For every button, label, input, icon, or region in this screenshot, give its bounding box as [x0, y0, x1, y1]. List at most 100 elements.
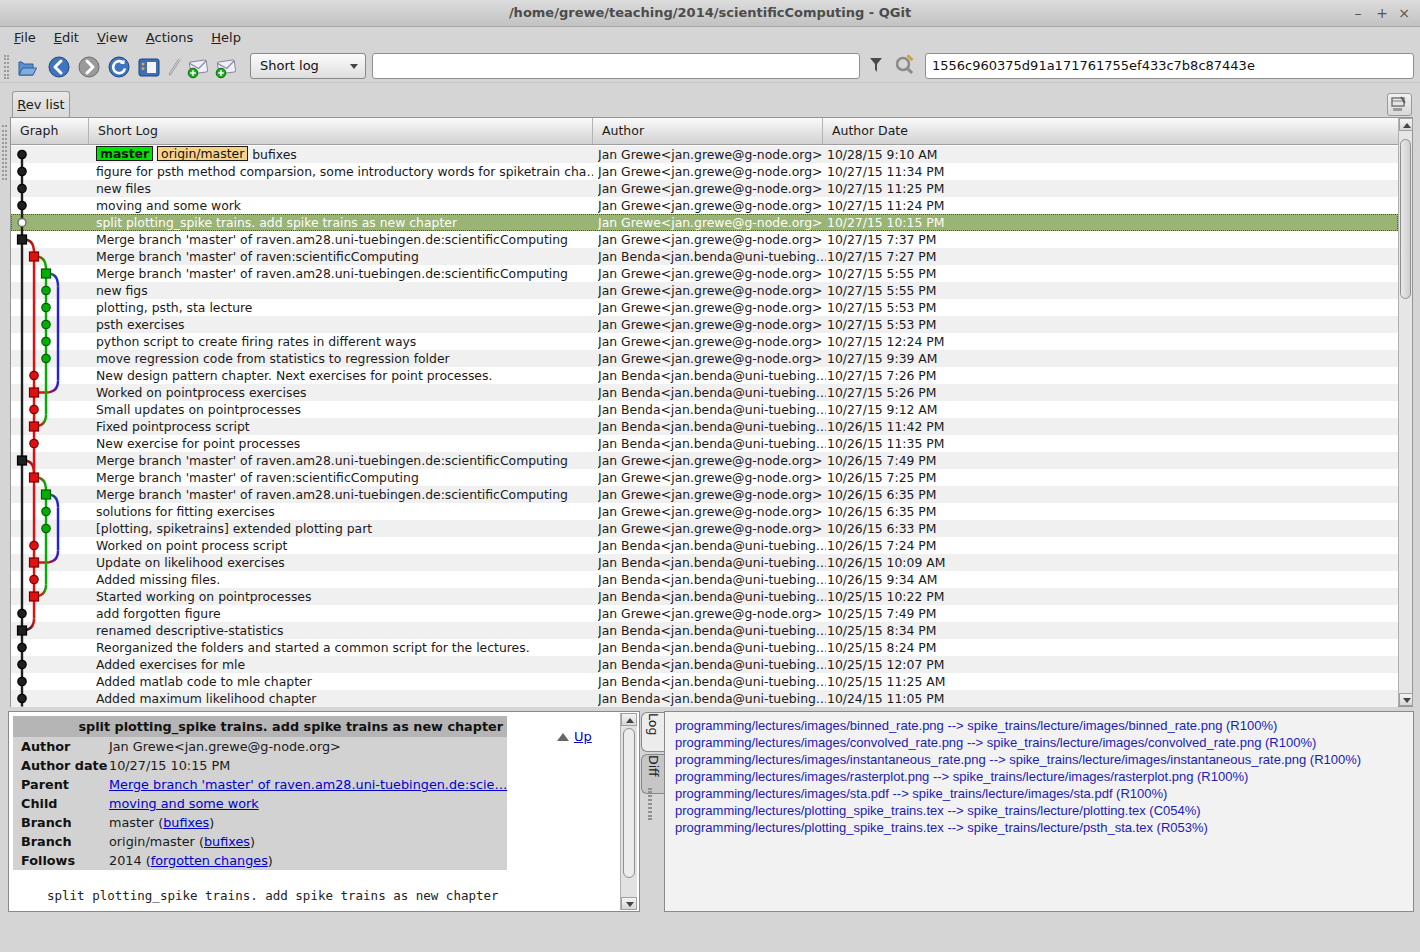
commit-row[interactable]: Added exercises for mleJan Benda<jan.ben… [11, 656, 1398, 673]
file-rename-line[interactable]: programming/lectures/plotting_spike_trai… [675, 819, 1208, 836]
tabbar-tool-button[interactable] [1387, 93, 1412, 116]
cell-author: Jan Benda<jan.benda@uni-tuebing… [598, 622, 826, 639]
commit-row[interactable]: add forgotten figureJan Grewe<jan.grewe@… [11, 605, 1398, 622]
open-folder-icon[interactable] [15, 54, 41, 80]
cell-author: Jan Grewe<jan.grewe@g-node.org> [598, 163, 826, 180]
back-icon[interactable] [46, 54, 72, 80]
commit-row[interactable]: Merge branch 'master' of raven:scientifi… [11, 469, 1398, 486]
file-rename-line[interactable]: programming/lectures/images/sta.pdf --> … [675, 785, 1167, 802]
commit-row[interactable]: Small updates on pointprocessesJan Benda… [11, 401, 1398, 418]
commit-row[interactable]: Started working on pointprocessesJan Ben… [11, 588, 1398, 605]
detail-link[interactable]: Merge branch 'master' of raven.am28.uni-… [109, 777, 507, 792]
commit-row[interactable]: Update on likelihood exercisesJan Benda<… [11, 554, 1398, 571]
commit-row[interactable]: masterorigin/masterbufixesJan Grewe<jan.… [11, 146, 1398, 163]
highlight-search-icon[interactable] [893, 54, 917, 81]
sha-input[interactable]: 1556c960375d91a171761755ef433c7b8c87443e [925, 53, 1414, 79]
file-rename-line[interactable]: programming/lectures/images/convolved_ra… [675, 734, 1316, 751]
column-header-author-date[interactable]: Author Date [823, 118, 1411, 144]
scroll-up-button[interactable] [1399, 118, 1413, 131]
toolbar-grip[interactable] [4, 55, 9, 79]
cell-author-date: 10/25/15 7:49 PM [827, 605, 1387, 622]
column-header-short-log[interactable]: Short Log [89, 118, 593, 144]
commit-row[interactable]: Merge branch 'master' of raven.am28.uni-… [11, 231, 1398, 248]
up-link[interactable]: Up [557, 729, 592, 744]
detail-link[interactable]: forgotten changes [151, 853, 268, 868]
commit-row[interactable]: Merge branch 'master' of raven.am28.uni-… [11, 486, 1398, 503]
minimize-button[interactable]: – [1348, 4, 1368, 23]
apply-patch-icon[interactable] [213, 54, 239, 80]
commit-row[interactable]: New exercise for point processesJan Bend… [11, 435, 1398, 452]
commit-row[interactable]: solutions for fitting exercisesJan Grewe… [11, 503, 1398, 520]
menu-help[interactable]: Help [202, 27, 250, 50]
cell-short-log: Started working on pointprocesses [96, 588, 593, 605]
commit-row[interactable]: Added maximum likelihood chapterJan Bend… [11, 690, 1398, 707]
menu-edit[interactable]: Edit [45, 27, 88, 50]
commit-row[interactable]: Fixed pointprocess scriptJan Benda<jan.b… [11, 418, 1398, 435]
menu-actions[interactable]: Actions [137, 27, 203, 50]
reload-icon[interactable] [106, 54, 132, 80]
detail-scrollbar-thumb[interactable] [623, 728, 635, 878]
detail-link[interactable]: bufixes [163, 815, 209, 830]
commit-row[interactable]: Added missing files.Jan Benda<jan.benda@… [11, 571, 1398, 588]
splitter-grip[interactable] [648, 788, 652, 820]
commit-row[interactable]: Merge branch 'master' of raven:scientifi… [11, 248, 1398, 265]
commit-row[interactable]: moving and some workJan Grewe<jan.grewe@… [11, 197, 1398, 214]
menu-file[interactable]: File [5, 27, 45, 50]
file-rename-line[interactable]: programming/lectures/images/binned_rate.… [675, 717, 1277, 734]
commit-row[interactable]: split plotting_spike trains. add spike t… [11, 214, 1398, 231]
menu-view[interactable]: View [88, 27, 137, 50]
commit-row[interactable]: Merge branch 'master' of raven.am28.uni-… [11, 452, 1398, 469]
commit-row[interactable]: [plotting, spiketrains] extended plottin… [11, 520, 1398, 537]
cell-author: Jan Grewe<jan.grewe@g-node.org> [598, 469, 826, 486]
panel-grip[interactable] [2, 125, 7, 180]
cell-short-log: moving and some work [96, 197, 593, 214]
menu-bar: FileEditViewActionsHelp [0, 27, 1420, 50]
detail-link[interactable]: moving and some work [109, 796, 259, 811]
file-rename-line[interactable]: programming/lectures/images/instantaneou… [675, 751, 1361, 768]
file-rename-line[interactable]: programming/lectures/plotting_spike_trai… [675, 802, 1201, 819]
commit-row[interactable]: psth exercisesJan Grewe<jan.grewe@g-node… [11, 316, 1398, 333]
table-scrollbar[interactable] [1398, 118, 1412, 706]
view-layout-icon[interactable] [136, 54, 162, 80]
column-header-graph[interactable]: Graph [11, 118, 89, 144]
commit-row[interactable]: Merge branch 'master' of raven.am28.uni-… [11, 265, 1398, 282]
cell-short-log: New design pattern chapter. Next exercis… [96, 367, 593, 384]
cell-author-date: 10/25/15 8:34 PM [827, 622, 1387, 639]
commit-row[interactable]: Worked on pointprocess exercisesJan Bend… [11, 384, 1398, 401]
commit-row[interactable]: python script to create firing rates in … [11, 333, 1398, 350]
detail-scroll-up[interactable] [621, 713, 637, 726]
cell-short-log: Update on likelihood exercises [96, 554, 593, 571]
commit-row[interactable]: plotting, psth, sta lectureJan Grewe<jan… [11, 299, 1398, 316]
close-button[interactable]: × [1394, 4, 1414, 23]
commit-row[interactable]: new filesJan Grewe<jan.grewe@g-node.org>… [11, 180, 1398, 197]
tab-log[interactable]: Log [641, 712, 664, 752]
commit-row[interactable]: move regression code from statistics to … [11, 350, 1398, 367]
filter-input[interactable] [372, 53, 860, 79]
cell-author: Jan Benda<jan.benda@uni-tuebing… [598, 384, 826, 401]
detail-value: 10/27/15 10:15 PM [109, 756, 230, 775]
detail-link[interactable]: bufixes [204, 834, 250, 849]
cell-short-log: Merge branch 'master' of raven:scientifi… [96, 469, 593, 486]
commit-row[interactable]: Added matlab code to mle chapterJan Bend… [11, 673, 1398, 690]
forward-icon[interactable] [76, 54, 102, 80]
commit-row[interactable]: Worked on point process scriptJan Benda<… [11, 537, 1398, 554]
maximize-button[interactable]: + [1372, 4, 1392, 23]
log-mode-select[interactable]: Short log [250, 53, 366, 79]
detail-scrollbar[interactable] [620, 713, 637, 910]
cell-author: Jan Grewe<jan.grewe@g-node.org> [598, 180, 826, 197]
commit-row[interactable]: renamed descriptive-statisticsJan Benda<… [11, 622, 1398, 639]
file-rename-line[interactable]: programming/lectures/images/rasterplot.p… [675, 768, 1248, 785]
commit-row[interactable]: new figsJan Grewe<jan.grewe@g-node.org>1… [11, 282, 1398, 299]
save-patch-icon[interactable] [185, 54, 211, 80]
filter-icon[interactable] [866, 56, 886, 79]
column-header-author[interactable]: Author [593, 118, 823, 144]
scrollbar-thumb[interactable] [1400, 139, 1411, 299]
tab-rev-list[interactable]: Rev list [12, 91, 70, 118]
scroll-down-button[interactable] [1399, 693, 1413, 706]
commit-row[interactable]: Reorganized the folders and started a co… [11, 639, 1398, 656]
tab-diff[interactable]: Diff [641, 754, 664, 794]
commit-row[interactable]: figure for psth method comparsion, some … [11, 163, 1398, 180]
commit-row[interactable]: New design pattern chapter. Next exercis… [11, 367, 1398, 384]
detail-scroll-down[interactable] [621, 897, 637, 910]
cell-author-date: 10/26/15 6:35 PM [827, 486, 1387, 503]
